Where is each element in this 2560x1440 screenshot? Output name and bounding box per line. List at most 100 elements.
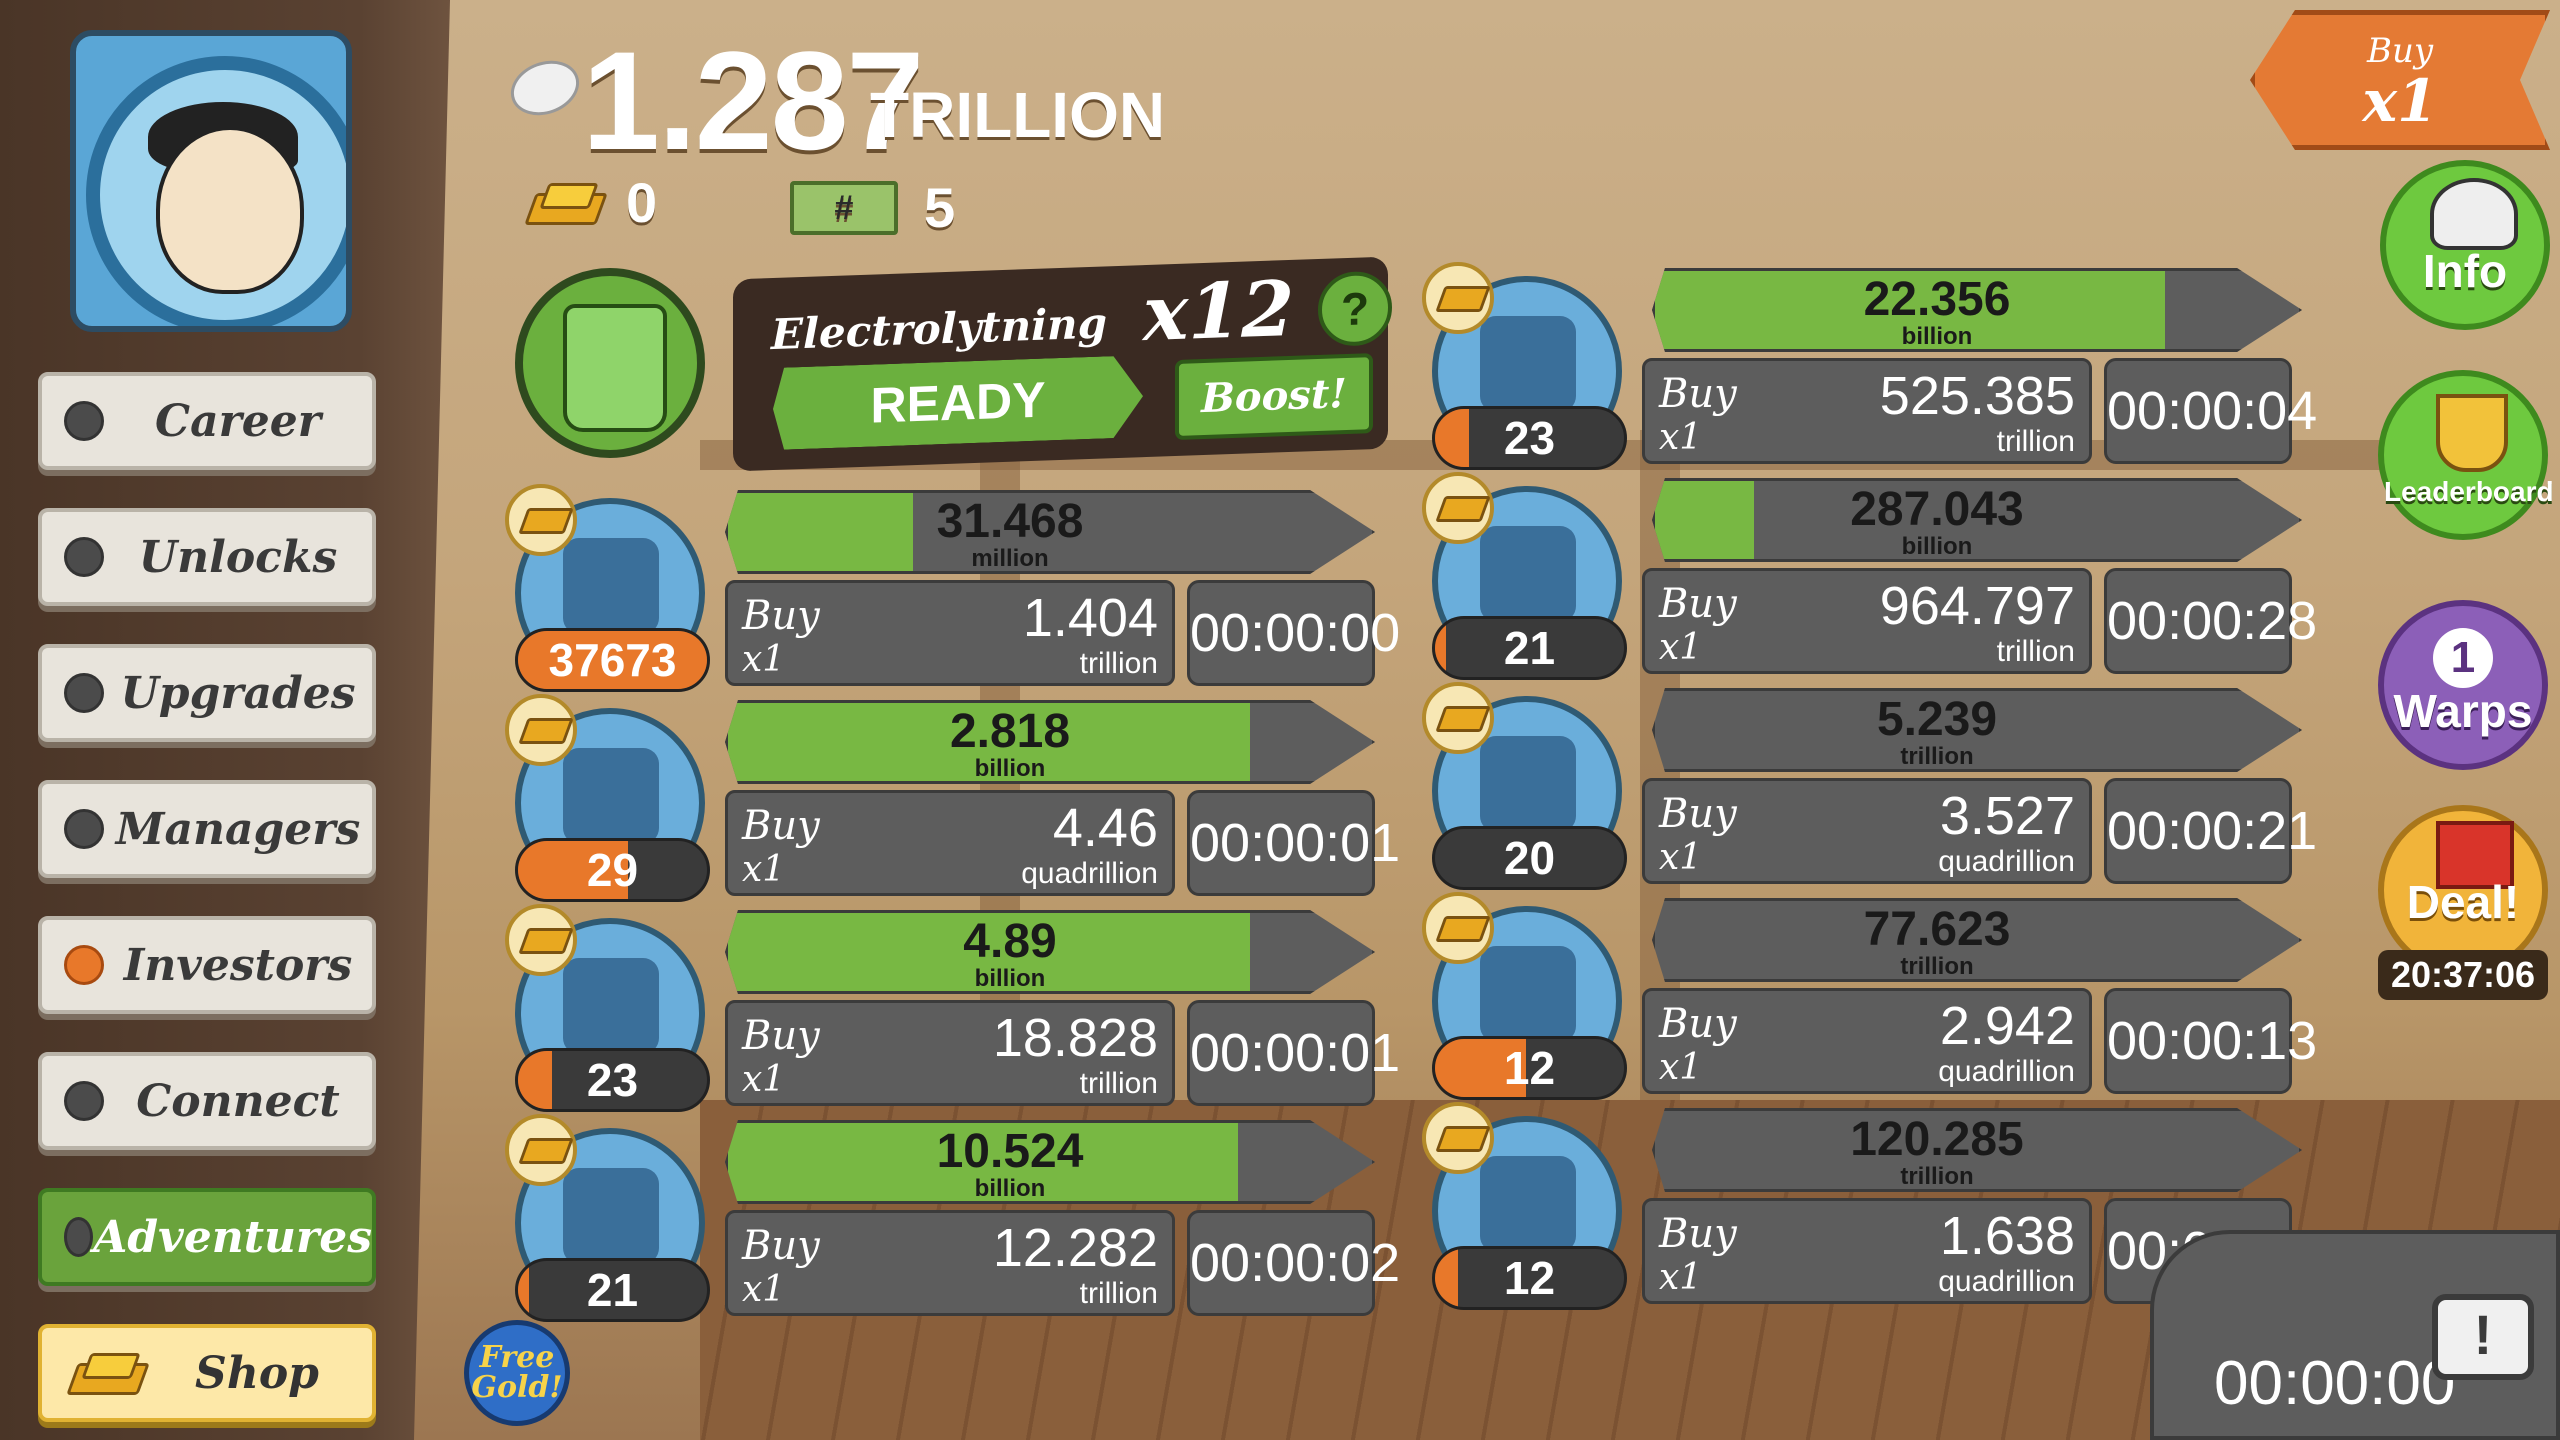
revenue-progress-bar[interactable]: 10.524 billion [725,1120,1375,1204]
revenue-value: 31.468 [936,495,1084,548]
owned-count: 21 [586,1264,639,1316]
gold-upgrade-icon[interactable] [1422,262,1494,334]
cost-unit: trillion [1996,425,2075,458]
owned-count: 12 [1503,1042,1556,1094]
buy-multiplier-label: Buy [2366,31,2434,71]
sidebar-item-connect[interactable]: Connect [38,1052,376,1150]
revenue-unit: million [971,545,1049,572]
buy-quantity: x1 [1659,627,1703,668]
cost-value: 12.282 [992,1218,1158,1278]
owned-count-bar: 23 [1432,406,1627,470]
buy-business-button[interactable]: Buy x1 2.942 quadrillion [1642,988,2092,1094]
buy-business-button[interactable]: Buy x1 3.527 quadrillion [1642,778,2092,884]
owned-count-bar: 37673 [515,628,710,692]
buy-label: Buy [1659,371,1737,417]
gold-upgrade-icon[interactable] [1422,472,1494,544]
owned-count: 37673 [548,634,677,686]
revenue-progress-bar[interactable]: 4.89 billion [725,910,1375,994]
business-glyph-icon [1480,946,1576,1042]
revenue-value: 2.818 [949,705,1071,758]
sidebar-item-investors[interactable]: Investors [38,916,376,1014]
warps-button[interactable]: 1 Warps [2378,600,2548,770]
revenue-unit: billion [974,965,1046,992]
business-row: 23 22.356 billion Buy x1 525.385 trillion 00:00… [1422,262,2382,478]
sidebar-item-label: Connect [136,1075,340,1127]
sidebar-item-adventures[interactable]: Adventures [38,1188,376,1286]
cost-unit: trillion [1996,635,2075,668]
gold-upgrade-icon[interactable] [505,694,577,766]
revenue-value: 5.239 [1876,693,1998,746]
cost-value: 2.942 [1939,996,2075,1056]
sidebar-item-unlocks[interactable]: Unlocks [38,508,376,606]
owned-count-bar: 23 [515,1048,710,1112]
buy-business-button[interactable]: Buy x1 18.828 trillion [725,1000,1175,1106]
sidebar-item-label: Career [155,395,321,447]
gold-upgrade-icon[interactable] [1422,1102,1494,1174]
sidebar-item-managers[interactable]: Managers [38,780,376,878]
cost-unit: quadrillion [1938,1265,2075,1298]
adventure-icon[interactable] [515,268,705,458]
revenue-progress-bar[interactable]: 5.239 trillion [1652,688,2302,772]
leaderboard-button[interactable]: Leaderboard [2378,370,2554,540]
business-row: 12 77.623 trillion Buy x1 2.942 quadrillion 00:… [1422,892,2382,1108]
business-row: 23 4.89 billion Buy x1 18.828 trillion 00:00:01 [505,904,1465,1120]
revenue-value: 77.623 [1863,903,2011,956]
revenue-progress-bar[interactable]: 287.043 billion [1652,478,2302,562]
tv-ad-icon[interactable]: ! [2432,1294,2534,1380]
buy-business-button[interactable]: Buy x1 4.46 quadrillion [725,790,1175,896]
owned-count-bar: 12 [1432,1246,1627,1310]
buy-business-button[interactable]: Buy x1 525.385 trillion [1642,358,2092,464]
cost-unit: trillion [1079,1067,1158,1100]
watch-ad-panel[interactable]: 00:00:00 ! [2150,1230,2560,1440]
revenue-progress-bar[interactable]: 77.623 trillion [1652,898,2302,982]
sidebar-item-upgrades[interactable]: Upgrades [38,644,376,742]
football-helmet-icon [2430,178,2518,250]
warps-count: 1 [2433,628,2493,688]
avatar-face [156,126,304,294]
owned-count: 29 [586,844,639,896]
buy-business-button[interactable]: Buy x1 1.638 quadrillion [1642,1198,2092,1304]
gold-upgrade-icon[interactable] [1422,892,1494,964]
buy-quantity: x1 [742,639,786,680]
info-button[interactable]: Info [2380,160,2550,330]
cost-unit: quadrillion [1938,845,2075,878]
business-timer: 00:00:00 [1187,580,1400,686]
money-unit: TRILLION [870,79,1166,151]
revenue-unit: trillion [1900,953,1974,980]
notification-dot [64,1217,94,1257]
buy-business-button[interactable]: Buy x1 964.797 trillion [1642,568,2092,674]
notification-dot [64,537,104,577]
revenue-progress-bar[interactable]: 22.356 billion [1652,268,2302,352]
buy-business-button[interactable]: Buy x1 12.282 trillion [725,1210,1175,1316]
boost-button[interactable]: Boost! [1175,353,1373,441]
revenue-progress-bar[interactable]: 31.468 million [725,490,1375,574]
gold-upgrade-icon[interactable] [505,484,577,556]
cost-unit: trillion [1079,647,1158,680]
player-avatar[interactable] [70,30,352,332]
sidebar-item-label: Adventures [93,1211,372,1263]
sidebar-item-shop[interactable]: Shop [38,1324,376,1422]
cost-value: 964.797 [1879,576,2075,636]
buy-label: Buy [742,803,820,849]
gold-upgrade-icon[interactable] [505,904,577,976]
buy-label: Buy [1659,1001,1737,1047]
revenue-progress-bar[interactable]: 2.818 billion [725,700,1375,784]
buy-label: Buy [742,1013,820,1059]
cost-value: 525.385 [1879,366,2075,426]
cost-unit: trillion [1079,1277,1158,1310]
revenue-progress-bar[interactable]: 120.285 trillion [1652,1108,2302,1192]
gold-upgrade-icon[interactable] [1422,682,1494,754]
gold-upgrade-icon[interactable] [505,1114,577,1186]
adventure-ready-button[interactable]: READY [773,355,1143,450]
free-gold-button[interactable]: Free Gold! [464,1320,570,1426]
sidebar-item-career[interactable]: Career [38,372,376,470]
owned-count-bar: 12 [1432,1036,1627,1100]
cost-value: 1.404 [1022,588,1158,648]
buy-business-button[interactable]: Buy x1 1.404 trillion [725,580,1175,686]
buy-multiplier-button[interactable]: Buy x1 [2250,10,2550,150]
notification-dot [64,809,104,849]
cost-value: 18.828 [992,1008,1158,1068]
revenue-value: 287.043 [1850,483,2024,536]
help-button[interactable]: ? [1318,270,1392,348]
buy-quantity: x1 [742,849,786,890]
